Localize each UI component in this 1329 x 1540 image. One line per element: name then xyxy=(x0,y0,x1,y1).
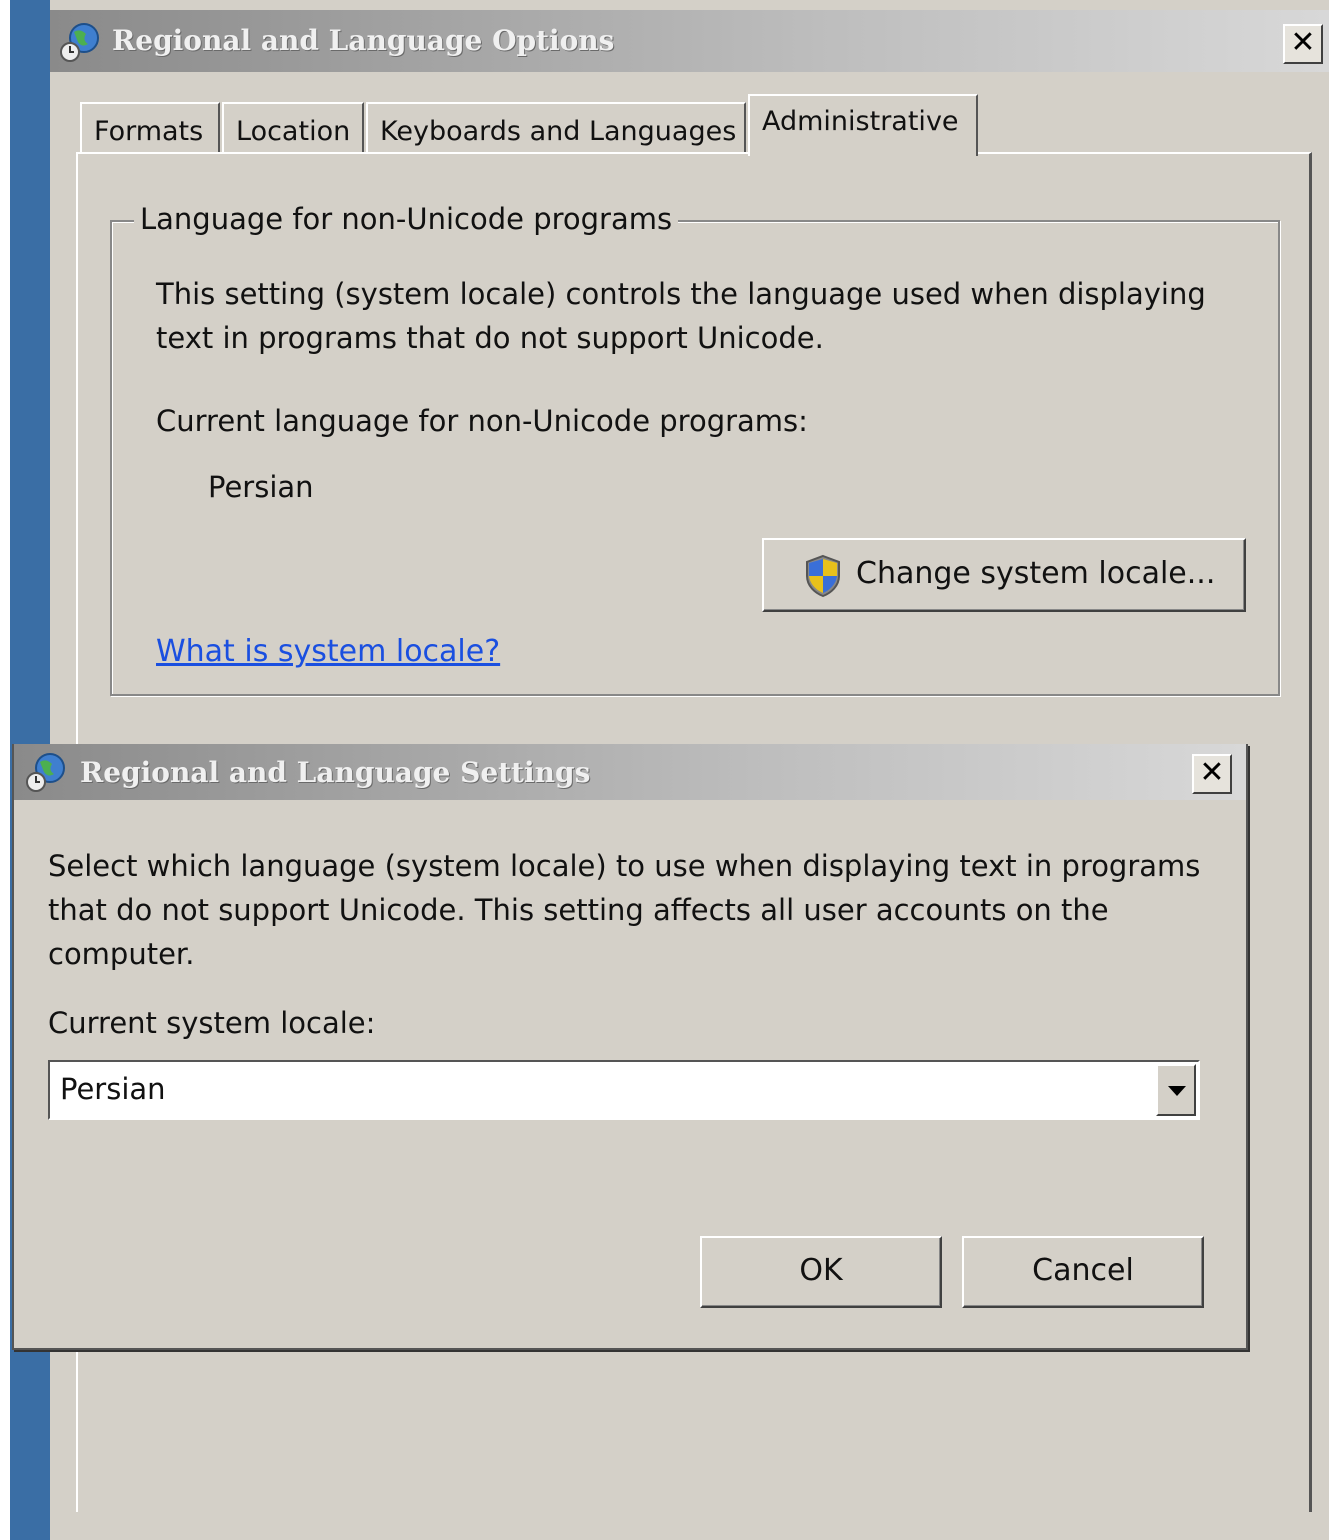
close-icon: ✕ xyxy=(1199,755,1225,790)
uac-shield-icon xyxy=(806,554,840,598)
tab-label: Formats xyxy=(94,116,204,147)
desktop-edge xyxy=(0,0,10,1540)
window-title: Regional and Language Options xyxy=(112,24,615,57)
dropdown-button[interactable] xyxy=(1156,1064,1196,1116)
non-unicode-groupbox: Language for non-Unicode programs This s… xyxy=(110,202,1280,696)
close-icon: ✕ xyxy=(1290,25,1316,60)
system-locale-dropdown[interactable]: Persian xyxy=(48,1060,1200,1120)
tab-keyboards-and-languages[interactable]: Keyboards and Languages xyxy=(366,102,746,154)
change-system-locale-label: Change system locale... xyxy=(856,556,1216,591)
groupbox-legend: Language for non-Unicode programs xyxy=(134,202,679,236)
tab-label: Keyboards and Languages xyxy=(380,116,737,147)
globe-clock-icon xyxy=(26,753,65,792)
ok-button[interactable]: OK xyxy=(700,1236,942,1308)
regional-settings-dialog: Regional and Language Settings ✕ Select … xyxy=(12,744,1248,1350)
tab-label: Location xyxy=(236,116,351,147)
dialog-close-button[interactable]: ✕ xyxy=(1192,754,1232,794)
dialog-description: Select which language (system locale) to… xyxy=(48,849,1201,971)
chevron-down-icon xyxy=(1168,1086,1186,1096)
current-language-value: Persian xyxy=(208,470,314,504)
groupbox-description: This setting (system locale) controls th… xyxy=(156,277,1206,355)
dialog-titlebar[interactable]: Regional and Language Settings ✕ xyxy=(14,744,1246,800)
tab-administrative[interactable]: Administrative xyxy=(748,94,978,156)
tab-formats[interactable]: Formats xyxy=(80,102,220,154)
tab-label: Administrative xyxy=(762,106,959,137)
system-locale-value: Persian xyxy=(60,1072,166,1106)
what-is-system-locale-link[interactable]: What is system locale? xyxy=(156,634,500,669)
window-titlebar[interactable]: Regional and Language Options ✕ xyxy=(50,10,1329,72)
change-system-locale-button[interactable]: Change system locale... xyxy=(762,538,1246,612)
current-language-label: Current language for non-Unicode program… xyxy=(156,404,808,438)
close-button[interactable]: ✕ xyxy=(1283,24,1323,64)
cancel-button[interactable]: Cancel xyxy=(962,1236,1204,1308)
current-system-locale-label: Current system locale: xyxy=(48,1006,376,1040)
globe-clock-icon xyxy=(60,23,99,62)
tab-location[interactable]: Location xyxy=(222,102,364,154)
dialog-title: Regional and Language Settings xyxy=(80,756,591,789)
